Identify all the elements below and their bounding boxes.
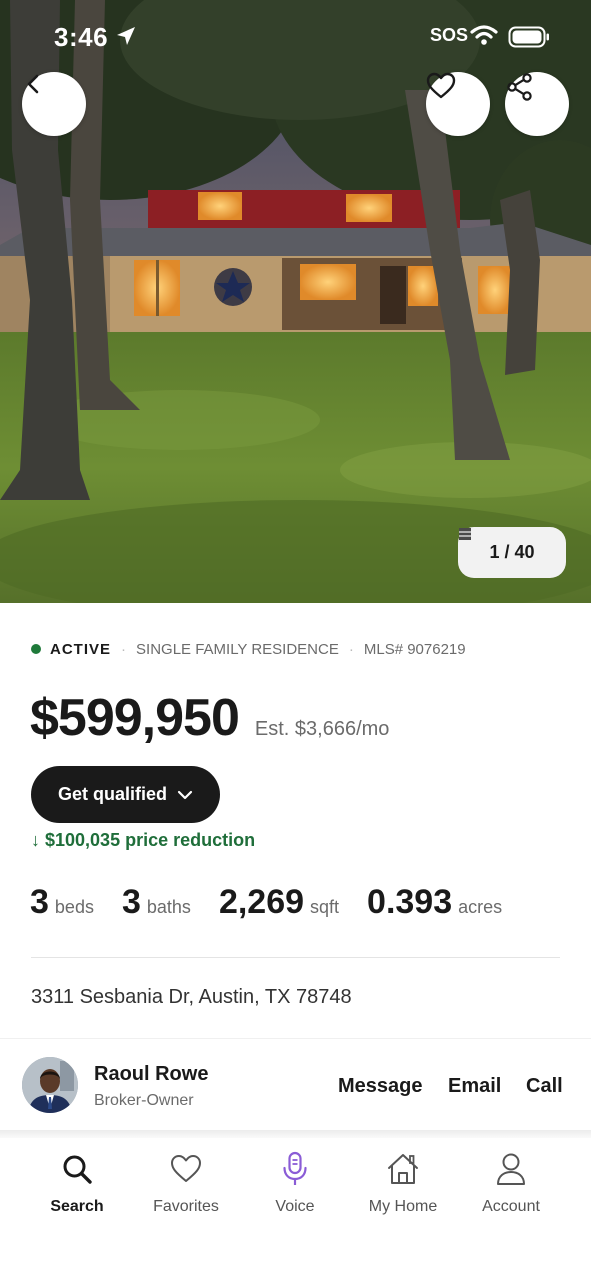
price-row: $599,950 Est. $3,666/mo <box>30 688 389 748</box>
beds-unit: beds <box>54 897 94 917</box>
listing-address[interactable]: 3311 Sesbania Dr, Austin, TX 78748 <box>31 986 352 1009</box>
agent-contact-bar: Raoul Rowe Broker-Owner Message Email Ca… <box>0 1038 591 1138</box>
active-status-dot <box>31 644 41 654</box>
divider <box>31 957 560 958</box>
share-button[interactable] <box>505 72 569 136</box>
separator-dot: · <box>348 640 354 658</box>
property-facts: 3 beds 3 baths 2,269 sqft 0.393 acres <box>30 883 502 922</box>
baths-value: 3 <box>121 883 141 921</box>
house-photo-image <box>0 0 591 603</box>
email-button[interactable]: Email <box>448 1075 501 1098</box>
call-button[interactable]: Call <box>526 1075 563 1098</box>
chevron-left-icon <box>27 74 39 94</box>
monthly-estimate[interactable]: Est. $3,666/mo <box>255 718 390 741</box>
listing-status-line: ACTIVE · SINGLE FAMILY RESIDENCE · MLS# … <box>31 638 466 660</box>
heart-icon <box>426 72 456 99</box>
tab-label: My Home <box>368 1198 438 1215</box>
person-icon <box>495 1150 527 1188</box>
status-bar: 3:46 SOS <box>0 0 591 78</box>
chevron-down-icon <box>177 790 193 799</box>
get-qualified-label: Get qualified <box>57 784 167 804</box>
listing-price: $599,950 <box>30 689 240 747</box>
agent-name[interactable]: Raoul Rowe <box>94 1063 208 1086</box>
status-time: 3:46 <box>54 22 109 52</box>
tab-favorites[interactable]: Favorites <box>132 1150 240 1216</box>
sqft-unit: sqft <box>310 897 340 917</box>
photo-counter-label: 1 / 40 <box>489 542 535 562</box>
photo-counter[interactable]: 1 / 40 <box>458 527 566 578</box>
separator-dot: · <box>121 640 127 658</box>
tab-my-home[interactable]: My Home <box>349 1150 457 1216</box>
tab-label: Voice <box>275 1198 315 1215</box>
tab-label: Favorites <box>153 1198 219 1215</box>
get-qualified-button[interactable]: Get qualified <box>31 766 220 823</box>
tab-account[interactable]: Account <box>457 1150 565 1216</box>
tab-voice[interactable]: Voice <box>241 1150 349 1216</box>
heart-icon <box>170 1150 202 1188</box>
bottom-tab-bar: Search Favorites Voice My Home Account <box>0 1138 591 1280</box>
microphone-icon <box>281 1150 309 1188</box>
agent-avatar[interactable] <box>22 1057 78 1113</box>
tab-label: Account <box>482 1198 540 1215</box>
agent-role: Broker-Owner <box>94 1092 194 1109</box>
property-type: SINGLE FAMILY RESIDENCE <box>136 640 339 658</box>
search-icon <box>61 1150 93 1188</box>
tab-search[interactable]: Search <box>23 1150 131 1216</box>
sqft-value: 2,269 <box>218 883 305 921</box>
message-button[interactable]: Message <box>338 1075 423 1098</box>
gallery-icon <box>459 528 471 540</box>
favorite-button[interactable] <box>426 72 490 136</box>
mls-number: MLS# 9076219 <box>363 640 466 658</box>
price-reduction: ↓ $100,035 price reduction <box>31 830 256 850</box>
baths-unit: baths <box>146 897 191 917</box>
tab-label: Search <box>50 1198 104 1215</box>
acres-unit: acres <box>458 897 503 917</box>
home-icon <box>386 1150 420 1188</box>
beds-value: 3 <box>30 883 49 921</box>
status-carrier: SOS <box>430 25 469 45</box>
listing-status: ACTIVE <box>50 640 112 658</box>
share-icon <box>507 73 532 101</box>
back-button[interactable] <box>22 72 86 136</box>
acres-value: 0.393 <box>367 883 453 921</box>
listing-photo[interactable]: 3:46 SOS 1 / 40 <box>0 0 591 603</box>
